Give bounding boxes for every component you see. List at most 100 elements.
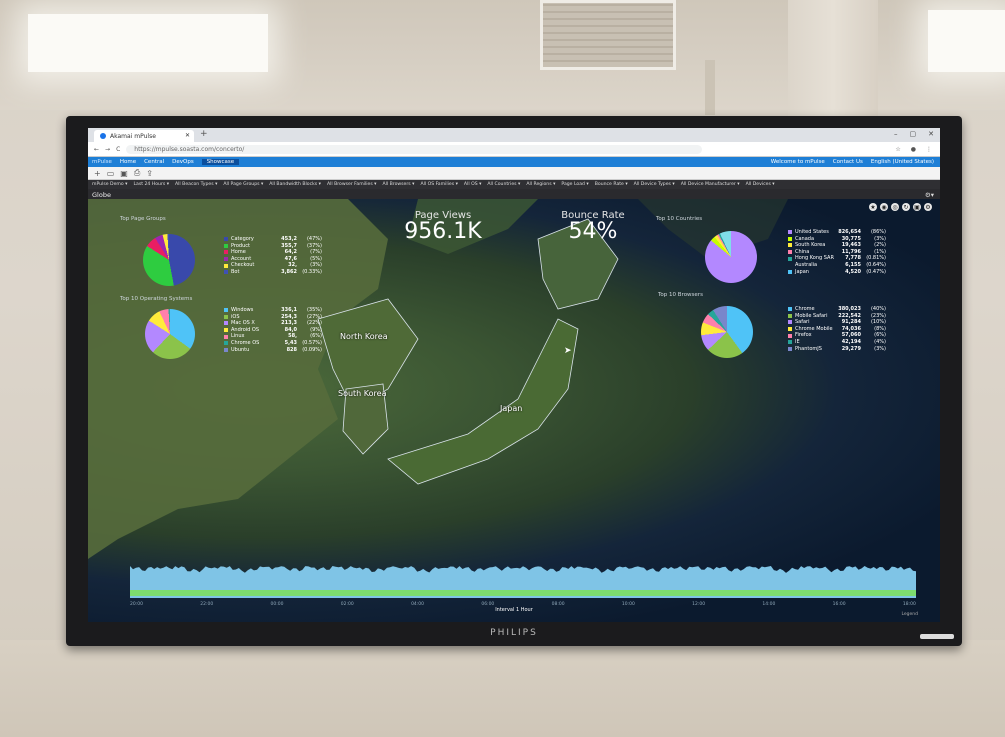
reload-icon[interactable]: C xyxy=(116,146,120,153)
settings-control-icon[interactable]: ⚙ xyxy=(924,203,932,211)
app-brand[interactable]: mPulse xyxy=(92,159,112,165)
contact-link[interactable]: Contact Us xyxy=(833,159,863,165)
filter-countries[interactable]: All Countries ▾ xyxy=(487,182,520,187)
traffic-timeline[interactable] xyxy=(130,558,916,598)
legend-row[interactable]: Product 355,7 (37%) xyxy=(224,243,322,250)
legend-row[interactable]: Chrome 380,023 (40%) xyxy=(788,306,886,313)
legend-row[interactable]: Ubuntu 828 (0.09%) xyxy=(224,347,322,354)
welcome-link[interactable]: Welcome to mPulse xyxy=(771,159,825,165)
legend-row[interactable]: Bot 3,862 (0.33%) xyxy=(224,269,322,276)
interval-control[interactable]: Interval 1 Hour xyxy=(88,607,940,613)
bounce-rate-kpi: Bounce Rate 54% xyxy=(548,210,638,243)
filter-regions[interactable]: All Regions ▾ xyxy=(526,182,555,187)
legend-row[interactable]: Safari 91,284 (10%) xyxy=(788,319,886,326)
filter-device-manufacturer[interactable]: All Device Manufacturer ▾ xyxy=(681,182,740,187)
nav-central[interactable]: Central xyxy=(144,159,164,165)
filter-browsers[interactable]: All Browsers ▾ xyxy=(383,182,415,187)
compass-control-icon[interactable]: ◎ xyxy=(891,203,899,211)
filter-os[interactable]: All OS ▾ xyxy=(464,182,481,187)
nav-showcase[interactable]: Showcase xyxy=(201,159,240,165)
star-icon[interactable]: ☆ xyxy=(895,146,900,153)
minimize-button[interactable]: – xyxy=(894,130,898,138)
filter-bandwidth[interactable]: All Bandwidth Blocks ▾ xyxy=(269,182,321,187)
filter-device-types[interactable]: All Device Types ▾ xyxy=(634,182,675,187)
filter-page-groups[interactable]: All Page Groups ▾ xyxy=(223,182,263,187)
legend-row[interactable]: Windows 336,1 (35%) xyxy=(224,307,322,314)
legend-name: Windows xyxy=(231,307,254,313)
legend-percent: (8%) xyxy=(874,325,886,332)
legend-row[interactable]: PhantomJS 29,279 (3%) xyxy=(788,346,886,353)
legend-row[interactable]: Category 453,2 (47%) xyxy=(224,236,322,243)
refresh-control-icon[interactable]: ↻ xyxy=(902,203,910,211)
filter-domain[interactable]: mPulse Demo ▾ xyxy=(92,182,127,187)
legend-row[interactable]: iOS 254,3 (27%) xyxy=(224,314,322,321)
countries-pie[interactable] xyxy=(705,231,757,283)
filter-bounce-rate[interactable]: Bounce Rate ▾ xyxy=(595,182,628,187)
language-selector[interactable]: English (United States) xyxy=(871,159,934,165)
legend-row[interactable]: Chrome OS 5,43 (0.57%) xyxy=(224,340,322,347)
globe-controls: ★ ◉ ◎ ↻ ▣ ⚙ xyxy=(869,203,932,211)
tab-close-icon[interactable]: ✕ xyxy=(185,132,190,139)
legend-value: 3,862 xyxy=(281,268,297,275)
legend-row[interactable]: IE 42,194 (4%) xyxy=(788,339,886,346)
filter-devices[interactable]: All Devices ▾ xyxy=(746,182,775,187)
nav-home[interactable]: Home xyxy=(120,159,136,165)
close-window-button[interactable]: ✕ xyxy=(928,130,934,138)
add-icon[interactable]: + xyxy=(94,169,101,178)
legend-row[interactable]: South Korea 19,463 (2%) xyxy=(788,242,886,249)
legend-name: Chrome OS xyxy=(231,339,260,346)
maximize-button[interactable]: ▢ xyxy=(910,130,917,138)
legend-row[interactable]: Japan 4,520 (0.47%) xyxy=(788,269,886,276)
page-views-value: 956.1K xyxy=(404,219,482,244)
legend-button[interactable]: Legend xyxy=(901,612,918,617)
legend-row[interactable]: Linux 58, (6%) xyxy=(224,333,322,340)
legend-row[interactable]: Chrome Mobile 74,036 (8%) xyxy=(788,326,886,333)
forward-icon[interactable]: → xyxy=(105,146,110,153)
filter-page-load[interactable]: Page Load ▾ xyxy=(561,182,588,187)
filter-time[interactable]: Last 24 Hours ▾ xyxy=(133,182,169,187)
save-icon[interactable]: ▣ xyxy=(120,169,128,178)
new-tab-icon[interactable]: + xyxy=(200,129,208,139)
target-control-icon[interactable]: ◉ xyxy=(880,203,888,211)
legend-row[interactable]: Mobile Safari 222,542 (23%) xyxy=(788,313,886,320)
operating-systems-pie[interactable] xyxy=(145,309,195,359)
legend-row[interactable]: Firefox 57,060 (6%) xyxy=(788,332,886,339)
countries-legend: United States 826,654 (86%) Canada 30,775 (3%… xyxy=(788,229,886,275)
legend-name: IE xyxy=(795,338,800,345)
nav-devops[interactable]: DevOps xyxy=(172,159,194,165)
browsers-pie[interactable] xyxy=(701,306,753,358)
legend-swatch xyxy=(224,250,228,255)
legend-percent: (6%) xyxy=(310,333,322,340)
legend-value: 4,520 xyxy=(845,268,861,275)
legend-row[interactable]: Australia 6,155 (0.64%) xyxy=(788,262,886,269)
folder-icon[interactable]: ▭ xyxy=(107,169,115,178)
browser-tab[interactable]: Akamai mPulse ✕ xyxy=(94,130,194,142)
legend-row[interactable]: Android OS 84,0 (9%) xyxy=(224,327,322,334)
legend-swatch xyxy=(788,250,792,255)
print-icon[interactable]: ⎙ xyxy=(134,168,140,178)
legend-row[interactable]: Checkout 32, (3%) xyxy=(224,262,322,269)
profile-icon[interactable]: ● xyxy=(911,146,916,153)
legend-swatch xyxy=(788,243,792,248)
legend-row[interactable]: Account 47,6 (5%) xyxy=(224,256,322,263)
filter-beacon-types[interactable]: All Beacon Types ▾ xyxy=(175,182,217,187)
star-control-icon[interactable]: ★ xyxy=(869,203,877,211)
legend-name: United States xyxy=(795,229,829,235)
legend-row[interactable]: Home 64,2 (7%) xyxy=(224,249,322,256)
legend-row[interactable]: China 11,796 (1%) xyxy=(788,249,886,256)
filter-os-families[interactable]: All OS Families ▾ xyxy=(420,182,457,187)
page-groups-title: Top Page Groups xyxy=(120,216,166,222)
back-icon[interactable]: ← xyxy=(94,146,99,153)
legend-row[interactable]: Canada 30,775 (3%) xyxy=(788,236,886,243)
camera-control-icon[interactable]: ▣ xyxy=(913,203,921,211)
legend-row[interactable]: United States 826,654 (86%) xyxy=(788,229,886,236)
page-groups-pie[interactable] xyxy=(143,234,195,286)
filter-browser-families[interactable]: All Browser Families ▾ xyxy=(327,182,377,187)
url-field[interactable]: https://mpulse.soasta.com/concerto/ xyxy=(126,144,703,154)
legend-row[interactable]: Mac OS X 213,3 (22%) xyxy=(224,320,322,327)
legend-row[interactable]: Hong Kong SAR 7,778 (0.81%) xyxy=(788,255,886,262)
interval-value[interactable]: 1 Hour xyxy=(516,607,533,613)
menu-icon[interactable]: ⋮ xyxy=(926,146,932,153)
share-icon[interactable]: ⇪ xyxy=(146,169,153,178)
legend-swatch xyxy=(224,237,228,242)
